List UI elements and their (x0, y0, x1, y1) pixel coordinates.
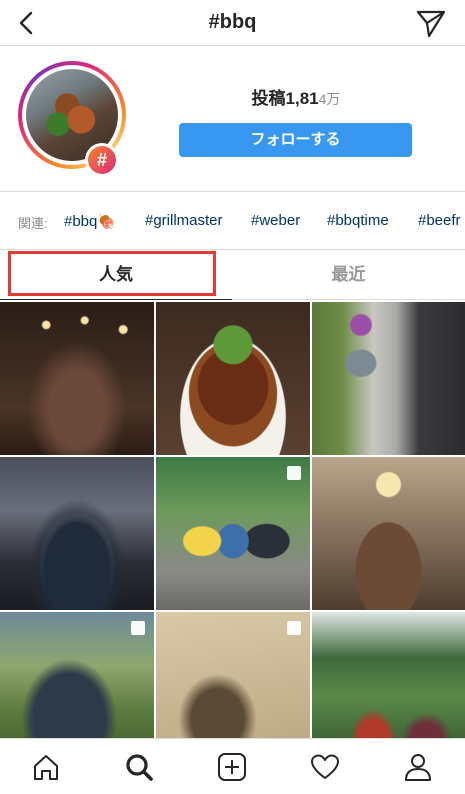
posts-unit: 4万 (318, 91, 341, 107)
related-hashtags: 関連: #bbq🍖 #grillmaster #weber #bbqtime #… (0, 193, 465, 250)
grid-post[interactable] (0, 612, 154, 738)
related-tag[interactable]: #bbqtime (327, 212, 389, 229)
tab-recent[interactable]: 最近 (232, 250, 465, 300)
grid-post[interactable] (312, 302, 465, 455)
search-icon[interactable] (123, 751, 155, 783)
profile-icon[interactable] (402, 751, 434, 783)
top-bar: #bbq (0, 0, 465, 46)
related-label: 関連: (18, 216, 48, 231)
bottom-navigation (0, 738, 465, 794)
grid-post[interactable] (0, 457, 154, 610)
post-count: 投稿1,814万 (180, 84, 412, 109)
related-tag[interactable]: #grillmaster (145, 212, 223, 229)
posts-number: 1,81 (285, 89, 319, 108)
grid-post[interactable] (156, 302, 310, 455)
posts-label: 投稿 (251, 89, 286, 108)
related-tag[interactable]: #weber (251, 212, 300, 229)
multiple-photos-icon (287, 621, 301, 635)
hashtag-header: # 投稿1,814万 フォローする (0, 46, 465, 192)
paper-plane-icon[interactable] (415, 7, 447, 39)
page-title: #bbq (208, 11, 257, 33)
follow-button[interactable]: フォローする (179, 123, 412, 157)
grid-post[interactable] (312, 457, 465, 610)
grid-post[interactable] (312, 612, 465, 738)
grid-post[interactable] (0, 302, 154, 455)
tab-popular[interactable]: 人気 (0, 250, 232, 300)
add-icon[interactable] (216, 751, 248, 783)
feed-tabs: 人気 最近 (0, 250, 465, 300)
related-tag[interactable]: #bbq🍖 (64, 212, 116, 230)
hash-icon: # (88, 146, 116, 174)
multiple-photos-icon (287, 466, 301, 480)
grid-post[interactable] (156, 457, 310, 610)
grid-post[interactable] (156, 612, 310, 738)
home-icon[interactable] (30, 751, 62, 783)
hashtag-badge: # (85, 143, 119, 177)
heart-icon[interactable] (309, 751, 341, 783)
post-grid (0, 302, 465, 738)
related-tag[interactable]: #beefr (418, 212, 461, 229)
multiple-photos-icon (131, 621, 145, 635)
